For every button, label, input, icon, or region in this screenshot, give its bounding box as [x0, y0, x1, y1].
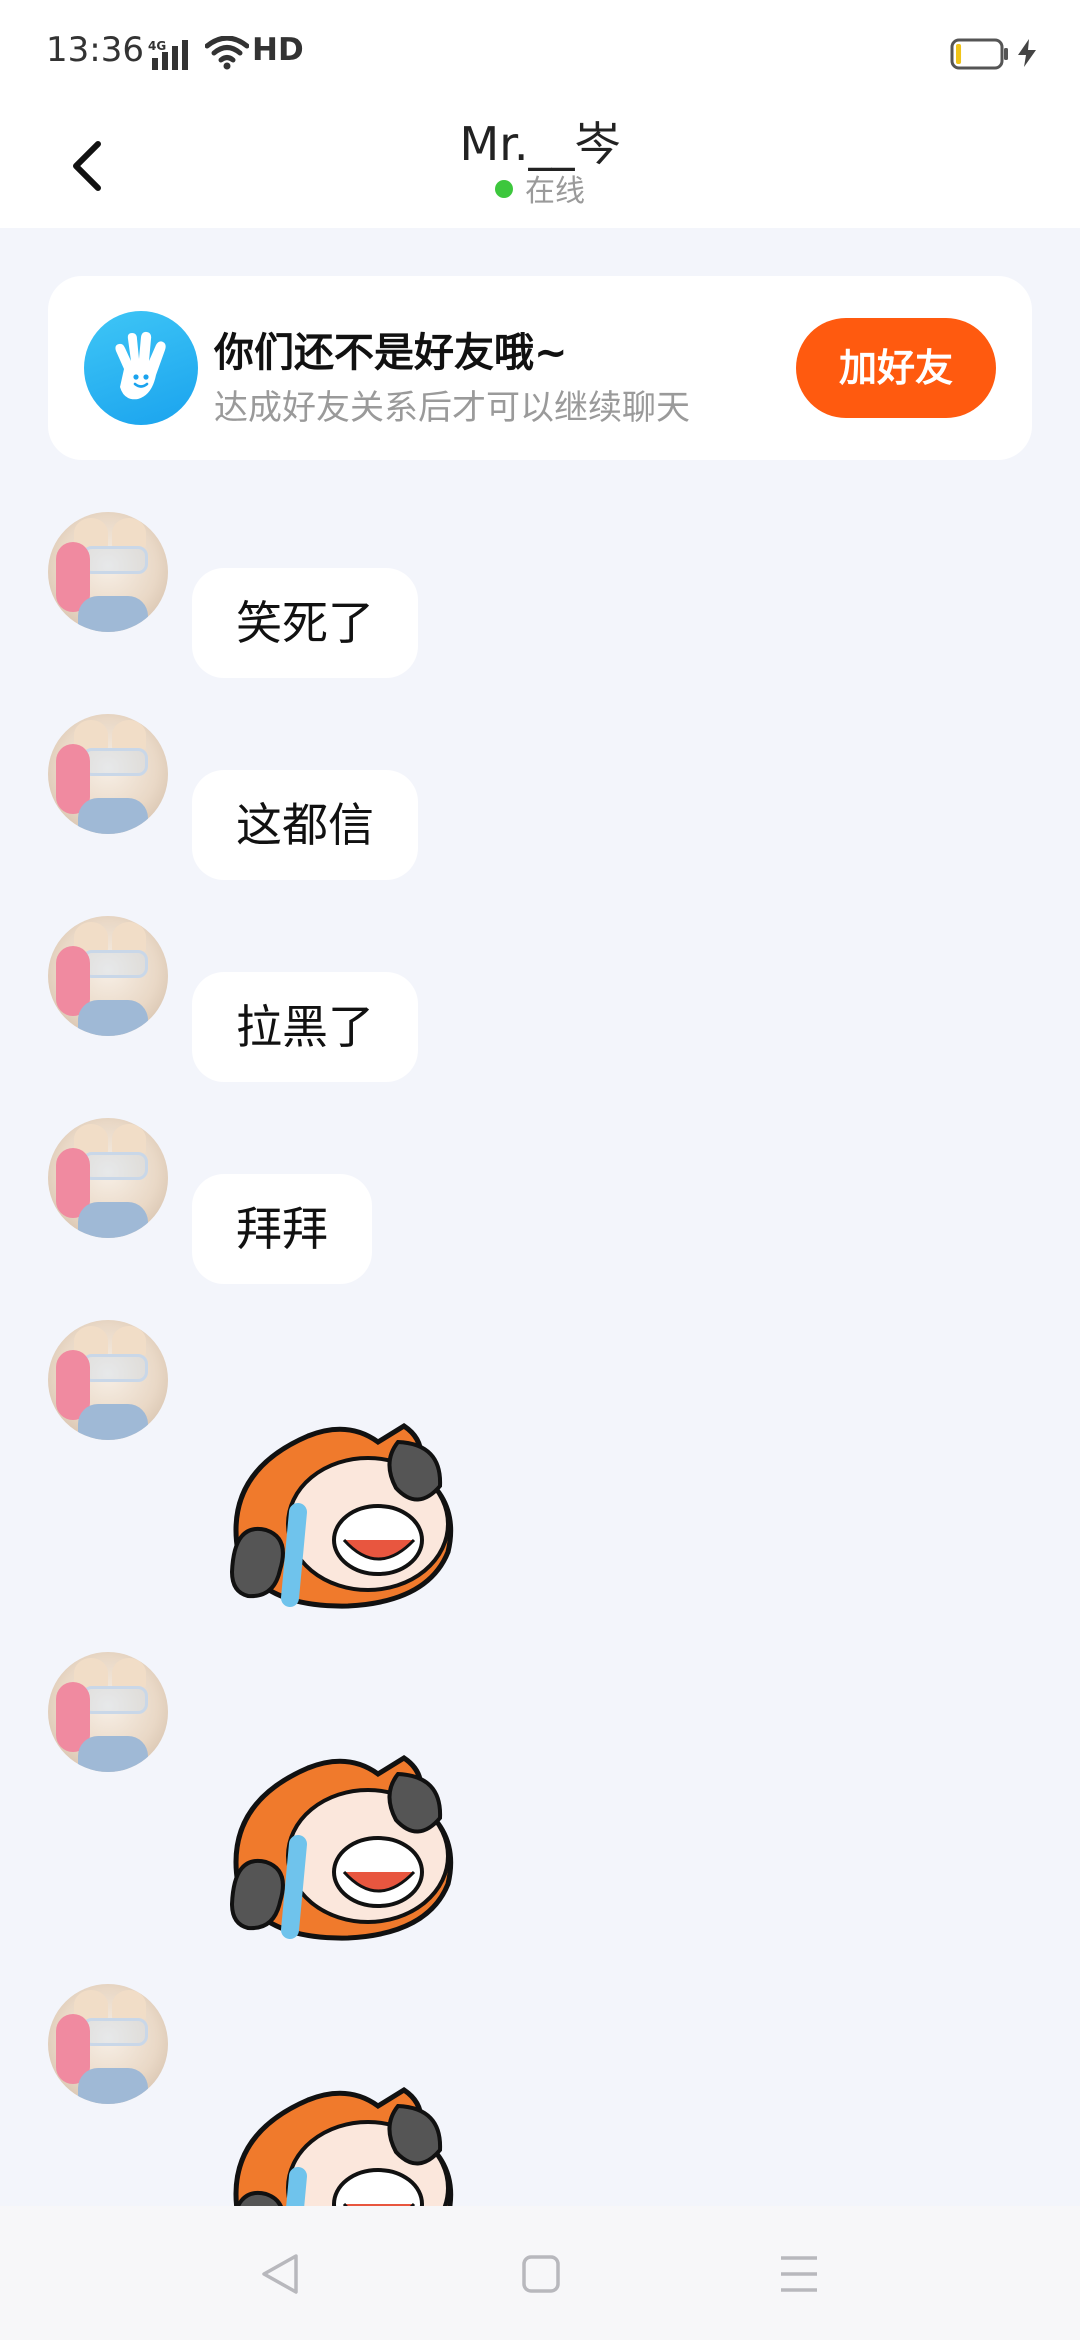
avatar[interactable]	[48, 1320, 168, 1440]
cellular-signal-icon: 4G	[148, 39, 188, 70]
message-bubble[interactable]: 拉黑了	[192, 972, 418, 1082]
status-bar: 13:36 4G HD	[0, 0, 1080, 104]
charging-icon	[1018, 39, 1036, 67]
wifi-icon	[205, 36, 249, 70]
crying-laughing-sticker[interactable]	[228, 1402, 478, 1622]
avatar[interactable]	[48, 1118, 168, 1238]
avatar[interactable]	[48, 916, 168, 1036]
nav-back-icon[interactable]	[258, 2250, 302, 2298]
nav-home-icon[interactable]	[521, 2250, 561, 2298]
wave-hand-icon	[84, 311, 198, 425]
banner-title: 你们还不是好友哦~	[214, 330, 568, 376]
message-bubble[interactable]: 拜拜	[192, 1174, 372, 1284]
online-dot-icon	[495, 180, 513, 198]
add-friend-button[interactable]: 加好友	[796, 318, 996, 418]
chat-title: Mr.__岑	[459, 117, 621, 171]
avatar[interactable]	[48, 1652, 168, 1772]
system-nav-bar	[0, 2206, 1080, 2340]
avatar[interactable]	[48, 714, 168, 834]
message-row	[0, 1984, 1080, 2206]
network-type-label: 4G	[148, 39, 166, 53]
avatar[interactable]	[48, 512, 168, 632]
avatar[interactable]	[48, 1984, 168, 2104]
crying-laughing-sticker[interactable]	[228, 2066, 478, 2206]
battery-icon	[950, 38, 1008, 70]
nav-menu-icon[interactable]	[778, 2250, 820, 2298]
message-bubble[interactable]: 这都信	[192, 770, 418, 880]
banner-subtitle: 达成好友关系后才可以继续聊天	[214, 388, 690, 428]
online-status-label: 在线	[525, 174, 585, 209]
message-bubble[interactable]: 笑死了	[192, 568, 418, 678]
chat-header: Mr.__岑 在线	[0, 104, 1080, 228]
not-friends-banner: 你们还不是好友哦~ 达成好友关系后才可以继续聊天 加好友	[48, 276, 1032, 460]
status-time: 13:36	[46, 30, 144, 70]
hd-indicator: HD	[252, 32, 304, 68]
crying-laughing-sticker[interactable]	[228, 1734, 478, 1954]
online-status: 在线	[0, 166, 1080, 210]
